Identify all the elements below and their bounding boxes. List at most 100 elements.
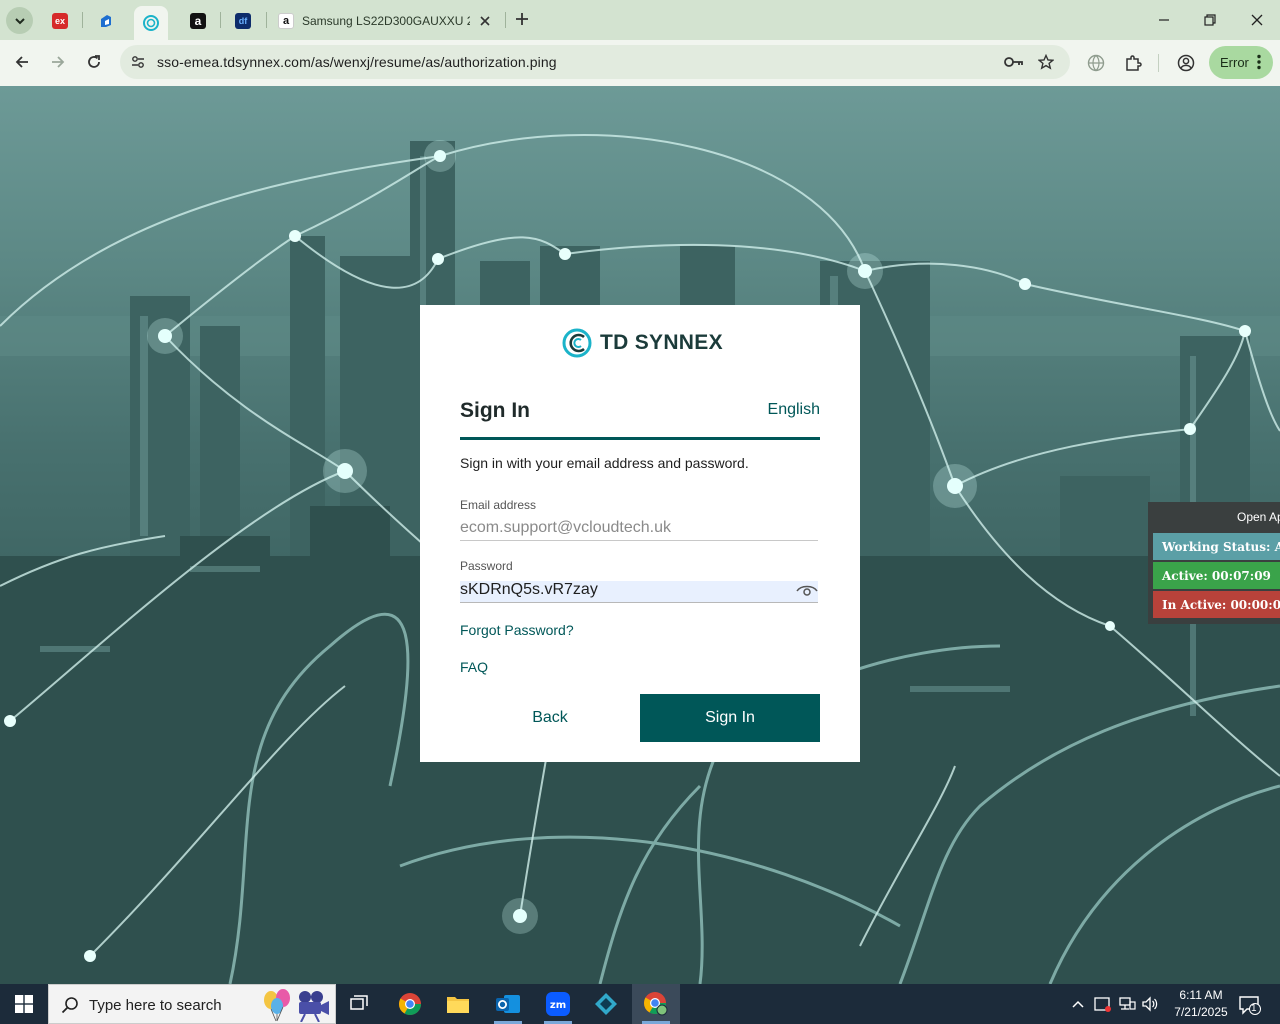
extensions-puzzle-icon[interactable]	[1122, 52, 1144, 74]
translate-globe-icon[interactable]	[1085, 52, 1107, 74]
tab-td-synnex[interactable]	[134, 6, 168, 40]
taskbar-outlook[interactable]	[484, 984, 532, 1024]
zoom-icon: zm	[546, 992, 570, 1016]
url-text: sso-emea.tdsynnex.com/as/wenxj/resume/as…	[157, 54, 557, 70]
sign-in-heading: Sign In	[460, 399, 530, 422]
taskbar-file-explorer[interactable]	[434, 984, 482, 1024]
tab-search-button[interactable]	[6, 7, 33, 34]
tray-app-icon[interactable]	[1093, 994, 1113, 1014]
sign-in-card: TD SYNNEX Sign In English Sign in with y…	[420, 305, 860, 762]
bookmark-star-icon[interactable]	[1036, 53, 1056, 71]
language-selector[interactable]: English	[768, 401, 820, 419]
faq-link[interactable]: FAQ	[460, 659, 488, 675]
tab-samsung[interactable]: a Samsung LS22D300GAUXXU 22	[272, 6, 502, 36]
tab-strip: ex a df a Samsung LS22D300GAUXXU 22	[0, 0, 1280, 40]
brand-name: TD SYNNEX	[600, 331, 723, 354]
time-tracker-widget: Open Ap Working Status: Activ Active: 00…	[1148, 502, 1280, 624]
svg-text:zm: zm	[550, 1000, 566, 1011]
search-icon	[61, 997, 78, 1014]
folder-icon	[447, 997, 469, 1013]
show-hidden-icons-button[interactable]	[1068, 994, 1088, 1014]
inactive-time: In Active: 00:00:00	[1153, 591, 1280, 618]
taskbar-app-diamond[interactable]	[582, 984, 630, 1024]
tab-ex[interactable]: ex	[43, 6, 77, 36]
forward-nav-button[interactable]	[44, 48, 72, 76]
taskbar-search-input[interactable]: Type here to search	[48, 984, 336, 1024]
chrome-icon	[644, 992, 668, 1016]
notification-center-button[interactable]: 1	[1238, 993, 1262, 1017]
password-key-icon[interactable]	[1004, 53, 1024, 71]
windows-logo-icon	[15, 995, 33, 1013]
open-app-link[interactable]: Open Ap	[1148, 502, 1280, 530]
diamond-app-icon	[595, 993, 617, 1015]
sign-in-instructions: Sign in with your email address and pass…	[460, 455, 749, 471]
minimize-icon	[1159, 19, 1169, 21]
df-favicon: df	[235, 13, 251, 29]
profile-error-button[interactable]: Error	[1209, 46, 1273, 79]
search-placeholder: Type here to search	[89, 997, 222, 1014]
close-icon	[1251, 14, 1263, 26]
ex-favicon: ex	[52, 13, 68, 29]
balloons-icon	[264, 989, 329, 1022]
amazon-favicon: a	[190, 13, 206, 29]
eye-icon[interactable]	[796, 584, 818, 598]
amazon-favicon: a	[278, 13, 294, 29]
taskbar-chrome[interactable]	[386, 984, 434, 1024]
taskbar-chrome-profile[interactable]	[632, 984, 680, 1024]
blue-logo-favicon	[101, 15, 111, 27]
clock-date: 7/21/2025	[1174, 1005, 1228, 1019]
close-window-button[interactable]	[1245, 8, 1269, 32]
reload-button[interactable]	[80, 48, 108, 76]
minimize-button[interactable]	[1152, 8, 1176, 32]
profile-avatar-icon[interactable]	[1175, 52, 1197, 74]
site-info-icon[interactable]	[130, 54, 146, 70]
tab-df[interactable]: df	[226, 6, 260, 36]
error-label: Error	[1220, 55, 1249, 70]
new-tab-button[interactable]	[511, 8, 533, 30]
td-synnex-logo: TD SYNNEX	[562, 327, 723, 359]
password-field[interactable]: sKDRnQ5s.vR7zay	[460, 581, 818, 603]
taskbar-clock[interactable]: 6:11 AM 7/21/2025	[1163, 987, 1239, 1021]
restore-icon	[1204, 14, 1216, 26]
volume-icon[interactable]	[1140, 994, 1160, 1014]
arrow-right-icon	[52, 56, 65, 68]
network-icon[interactable]	[1117, 994, 1137, 1014]
notification-count: 1	[1251, 1003, 1257, 1014]
tab-amazon[interactable]: a	[181, 6, 215, 36]
td-synnex-favicon	[143, 15, 159, 31]
td-synnex-logo-icon	[562, 328, 592, 358]
email-value: ecom.support@vcloudtech.uk	[460, 519, 672, 536]
reload-icon	[88, 55, 100, 68]
back-nav-button[interactable]	[8, 48, 36, 76]
chevron-up-icon	[1072, 1000, 1084, 1008]
password-label: Password	[460, 559, 513, 573]
kebab-menu-icon	[1257, 54, 1261, 70]
heading-divider	[460, 437, 820, 440]
restore-button[interactable]	[1198, 8, 1222, 32]
taskbar-zoom[interactable]: zm	[534, 984, 582, 1024]
plus-icon	[516, 13, 528, 25]
active-time: Active: 00:07:09	[1153, 562, 1280, 589]
chevron-down-icon	[14, 17, 25, 24]
arrow-left-icon	[15, 56, 28, 68]
forgot-password-link[interactable]: Forgot Password?	[460, 622, 574, 638]
sign-in-button[interactable]: Sign In	[640, 694, 820, 742]
working-status: Working Status: Activ	[1153, 533, 1280, 560]
close-icon[interactable]	[480, 16, 490, 26]
page-viewport: TD SYNNEX Sign In English Sign in with y…	[0, 86, 1280, 984]
address-bar[interactable]: sso-emea.tdsynnex.com/as/wenxj/resume/as…	[120, 45, 1070, 79]
email-field[interactable]: ecom.support@vcloudtech.uk	[460, 519, 818, 541]
chrome-icon	[399, 993, 421, 1015]
start-button[interactable]	[0, 984, 48, 1024]
tab-blue-logo[interactable]	[89, 6, 123, 36]
task-view-button[interactable]	[336, 984, 384, 1024]
clock-time: 6:11 AM	[1179, 988, 1223, 1002]
task-view-icon	[350, 995, 368, 1010]
back-button[interactable]: Back	[460, 694, 640, 742]
windows-taskbar: Type here to search zm 6:11 AM 7/21/2025…	[0, 984, 1280, 1024]
tab-title: Samsung LS22D300GAUXXU 22	[302, 14, 470, 28]
browser-toolbar: sso-emea.tdsynnex.com/as/wenxj/resume/as…	[0, 40, 1280, 86]
notification-icon	[1239, 996, 1261, 1015]
email-label: Email address	[460, 498, 537, 512]
password-value: sKDRnQ5s.vR7zay	[460, 581, 598, 598]
